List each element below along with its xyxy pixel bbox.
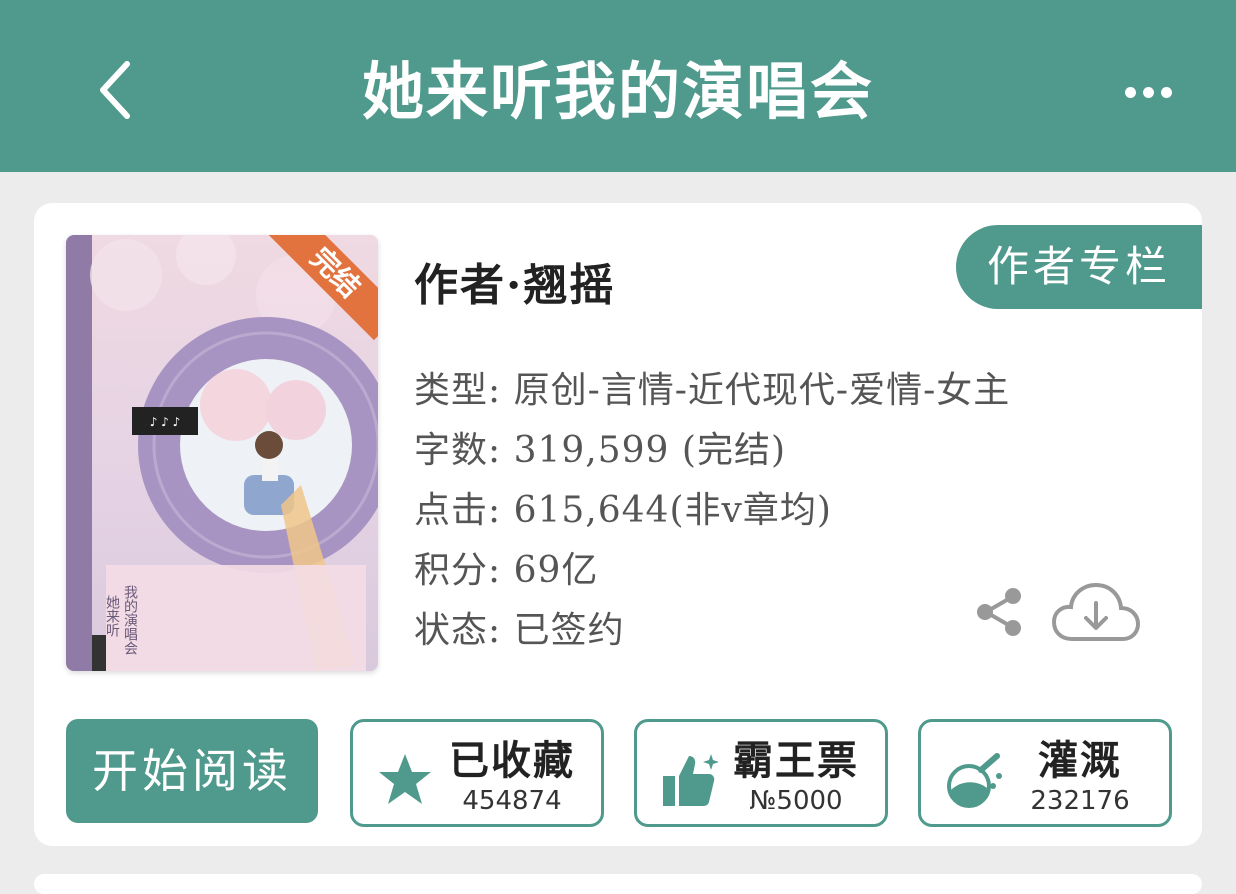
star-icon (379, 754, 431, 804)
info-label: 字数: (414, 430, 502, 471)
more-horizontal-icon (1124, 86, 1136, 98)
share-icon (977, 588, 1021, 636)
page-title: 她来听我的演唱会 (361, 55, 874, 128)
share-button[interactable] (974, 587, 1024, 637)
author-column-button[interactable]: 作者专栏 (956, 225, 1202, 309)
more-button[interactable] (1108, 70, 1188, 114)
info-status: 状态: 已签约 (414, 601, 625, 653)
start-reading-button[interactable]: 开始阅读 (66, 719, 318, 823)
vote-button[interactable]: 霸王票 №5000 (634, 719, 888, 827)
download-button[interactable] (1051, 581, 1141, 645)
next-card (34, 874, 1202, 894)
info-points: 积分: 69亿 (414, 541, 598, 593)
more-dot (1142, 86, 1154, 98)
info-value: 69亿 (513, 550, 599, 591)
info-value: 原创-言情-近代现代-爱情-女主 (513, 370, 1011, 411)
nourish-label: 灌溉 (1038, 737, 1122, 784)
collect-count: 454874 (462, 786, 562, 816)
back-button[interactable] (80, 50, 150, 130)
svg-text:她来听: 她来听 (104, 595, 120, 637)
svg-text:我的演唱会: 我的演唱会 (122, 585, 138, 655)
author-name[interactable]: 作者·翘摇 (414, 249, 615, 313)
info-word-count: 字数: 319,599 (完结) (414, 421, 786, 473)
collect-label: 已收藏 (449, 737, 575, 784)
nourish-count: 232176 (1030, 786, 1130, 816)
info-genre: 类型: 原创-言情-近代现代-爱情-女主 (414, 361, 1010, 413)
info-clicks: 点击: 615,644(非v章均) (414, 481, 832, 533)
info-label: 点击: (414, 490, 502, 531)
info-value: 615,644(非v章均) (513, 490, 832, 531)
chevron-left-icon (100, 61, 130, 119)
top-bar: 她来听我的演唱会 (0, 0, 1236, 172)
collect-button[interactable]: 已收藏 454874 (350, 719, 604, 827)
nourish-button[interactable]: 灌溉 232176 (918, 719, 1172, 827)
book-info-card: ♪ ♪ ♪ 她来听 我的演唱会 完结 作者·翘摇 作者专栏 类型: 原创-言情-… (34, 203, 1202, 846)
info-value: 319,599 (完结) (513, 430, 786, 471)
svg-text:♪ ♪ ♪: ♪ ♪ ♪ (150, 415, 181, 429)
info-label: 积分: (414, 550, 502, 591)
info-value: 已签约 (513, 610, 625, 651)
vote-count: №5000 (749, 786, 843, 816)
vote-label: 霸王票 (733, 737, 859, 784)
more-dot (1160, 86, 1172, 98)
thumbs-up-icon (663, 754, 719, 806)
cover-illustration: ♪ ♪ ♪ 她来听 我的演唱会 (66, 235, 378, 671)
book-cover[interactable]: ♪ ♪ ♪ 她来听 我的演唱会 完结 (66, 235, 378, 671)
cloud-download-icon (1051, 582, 1141, 641)
info-label: 状态: (414, 610, 502, 651)
info-label: 类型: (414, 370, 502, 411)
flask-icon (947, 753, 1002, 808)
